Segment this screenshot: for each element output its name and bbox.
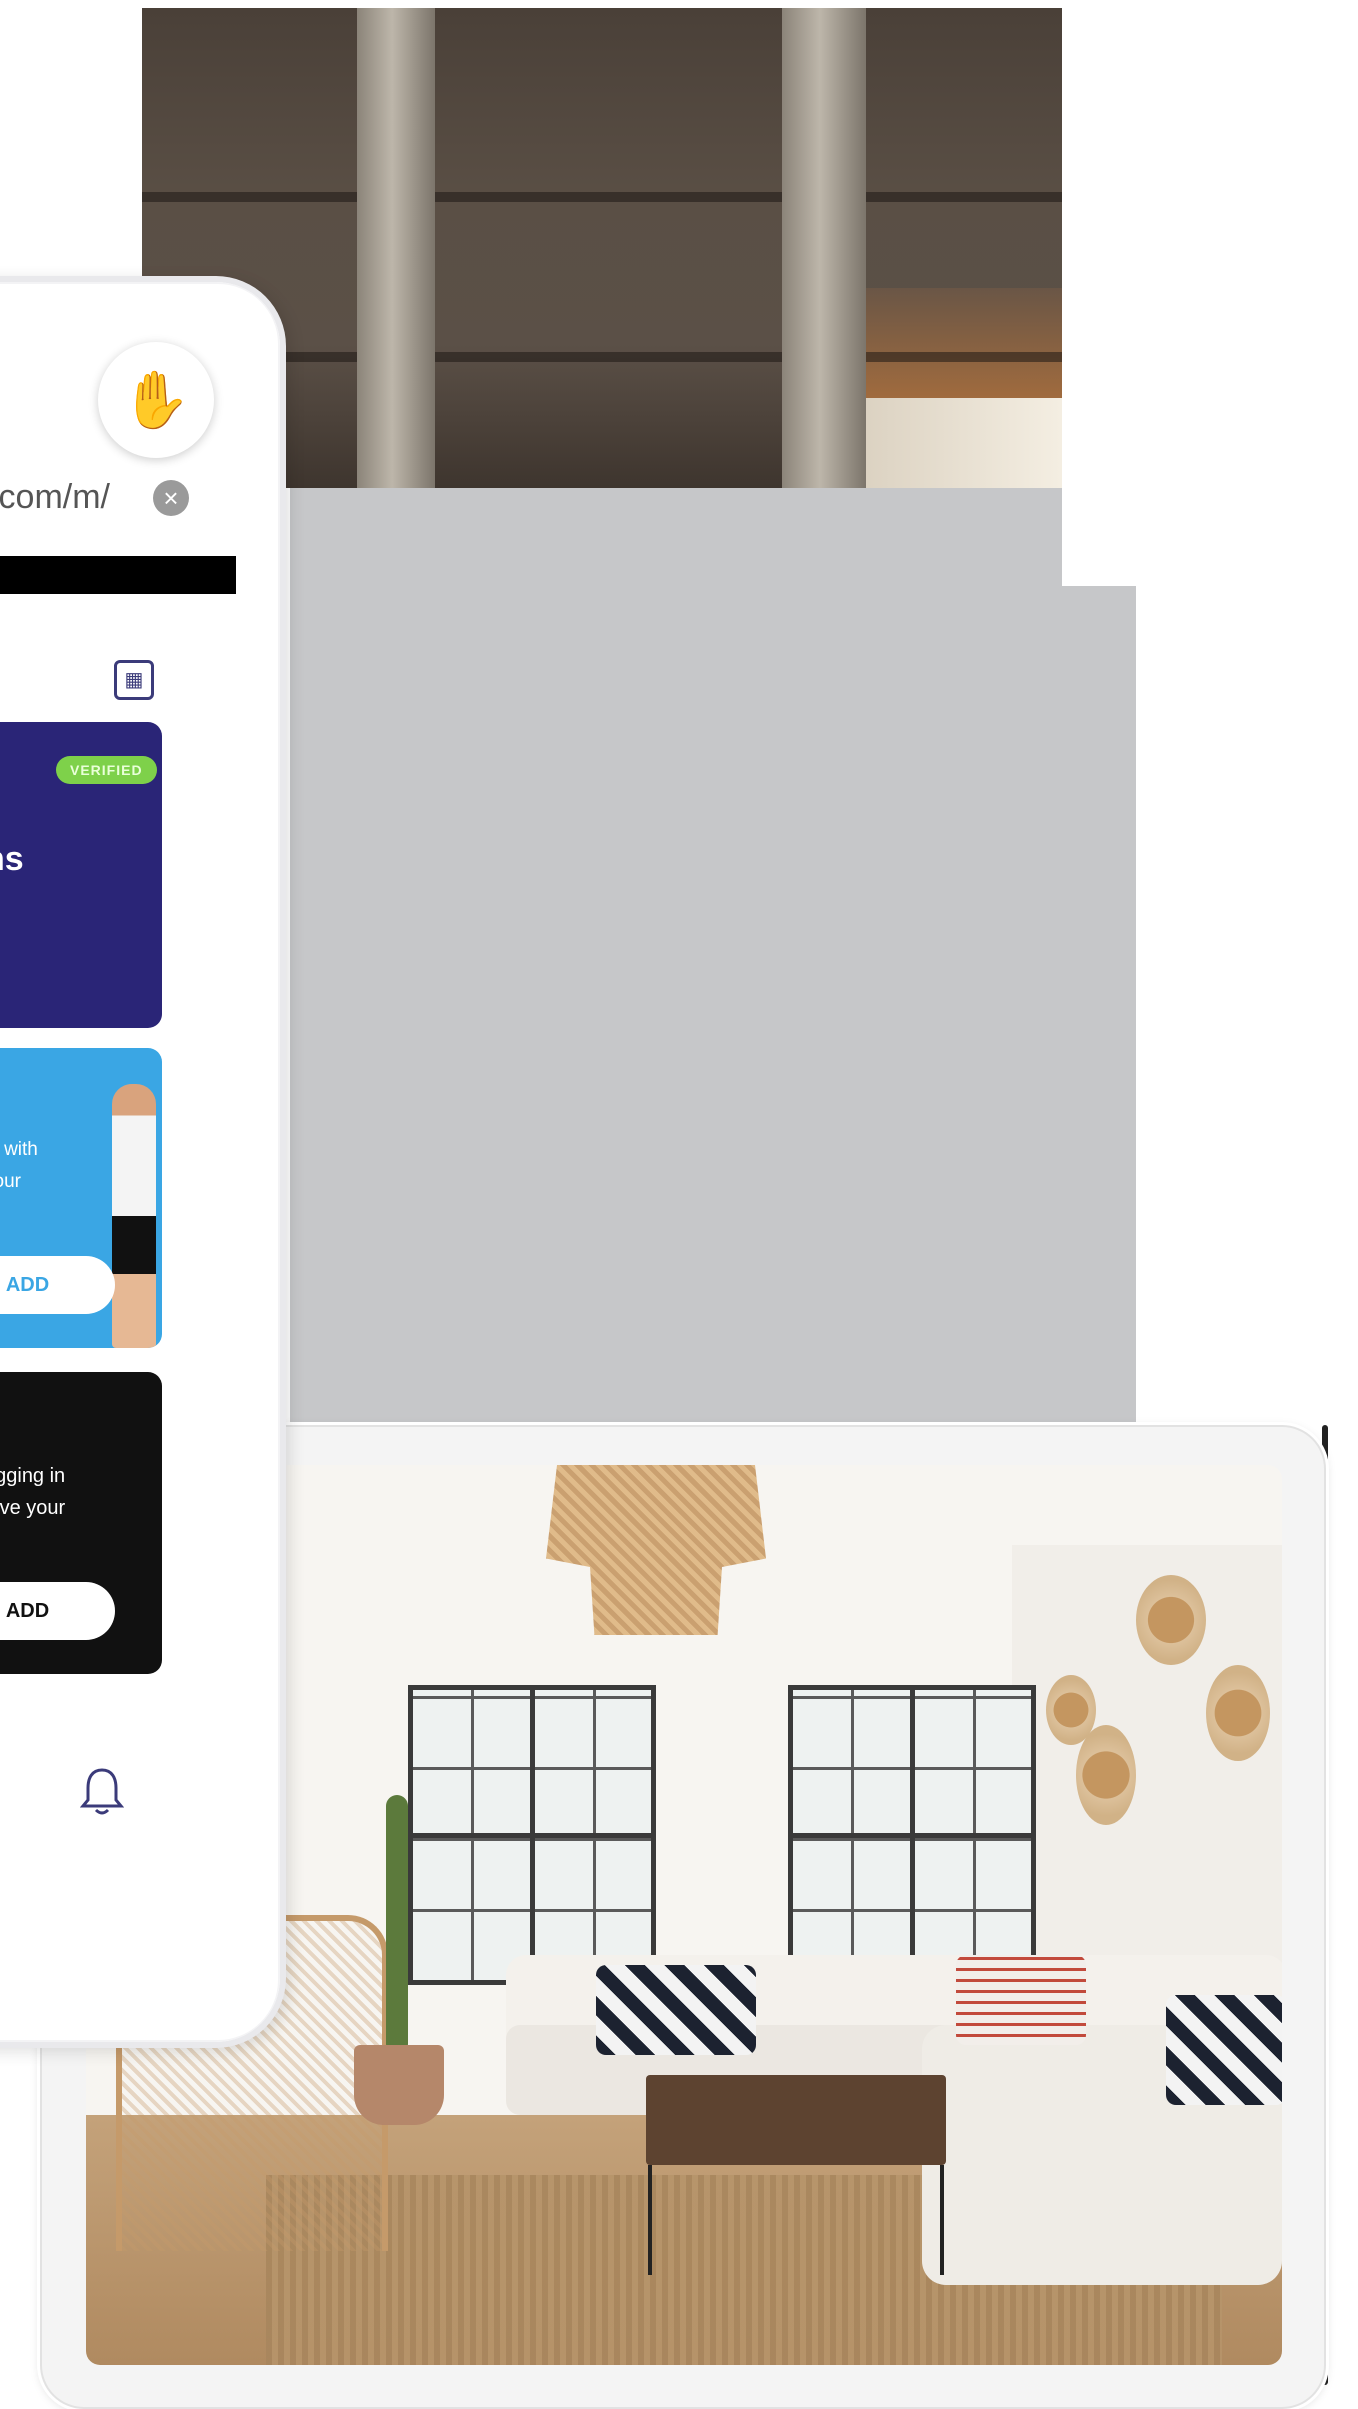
verified-badge: VERIFIED xyxy=(56,756,157,784)
ceiling-groove xyxy=(142,192,1062,202)
qr-code-icon[interactable]: ▦ xyxy=(114,660,154,700)
ceiling-beam xyxy=(782,8,866,488)
pillow-red-pattern xyxy=(956,1955,1086,2045)
pendant-lamp xyxy=(546,1465,766,1635)
clear-url-icon[interactable]: × xyxy=(153,480,189,516)
placeholder-block xyxy=(290,586,1136,1446)
bell-icon[interactable] xyxy=(79,1766,125,1816)
coffee-table xyxy=(646,2075,946,2165)
table-leg xyxy=(648,2165,652,2275)
ceiling-window-light xyxy=(842,398,1062,488)
plant-pot xyxy=(354,2045,444,2125)
card-description: in with your xyxy=(0,1139,38,1192)
cactus-plant xyxy=(386,1795,408,2055)
ceiling-beam xyxy=(357,8,435,488)
flight-attendant-illustration xyxy=(112,1084,156,1348)
wall-hat xyxy=(1136,1575,1206,1665)
room-window xyxy=(788,1685,1036,1985)
hand-icon[interactable]: ✋ xyxy=(98,342,214,458)
add-card-black: ogging in eive your ADD xyxy=(0,1372,162,1674)
add-button[interactable]: ADD xyxy=(0,1256,115,1314)
bell-icon-svg xyxy=(79,1768,125,1815)
add-button[interactable]: ADD xyxy=(0,1582,115,1640)
table-leg xyxy=(940,2165,944,2275)
pillow-black-white xyxy=(1166,1995,1282,2105)
ceiling-warm-light xyxy=(842,288,1062,398)
pillow-black-white xyxy=(596,1965,756,2055)
wall-hat xyxy=(1206,1665,1270,1761)
card-title: ns xyxy=(0,840,24,878)
membership-card[interactable]: VERIFIED ns xyxy=(0,722,162,1028)
placeholder-block xyxy=(290,488,1062,586)
add-card-blue: in with your ADD xyxy=(0,1048,162,1348)
address-bar-url[interactable]: com/m/ xyxy=(0,478,110,517)
room-window xyxy=(408,1685,656,1985)
phone-mockup: ✋ com/m/ × ▦ VERIFIED ns in with your AD… xyxy=(0,276,286,2048)
page-header-bar xyxy=(0,556,236,594)
wall-hat xyxy=(1076,1725,1136,1825)
card-description: ogging in eive your xyxy=(0,1465,66,1519)
